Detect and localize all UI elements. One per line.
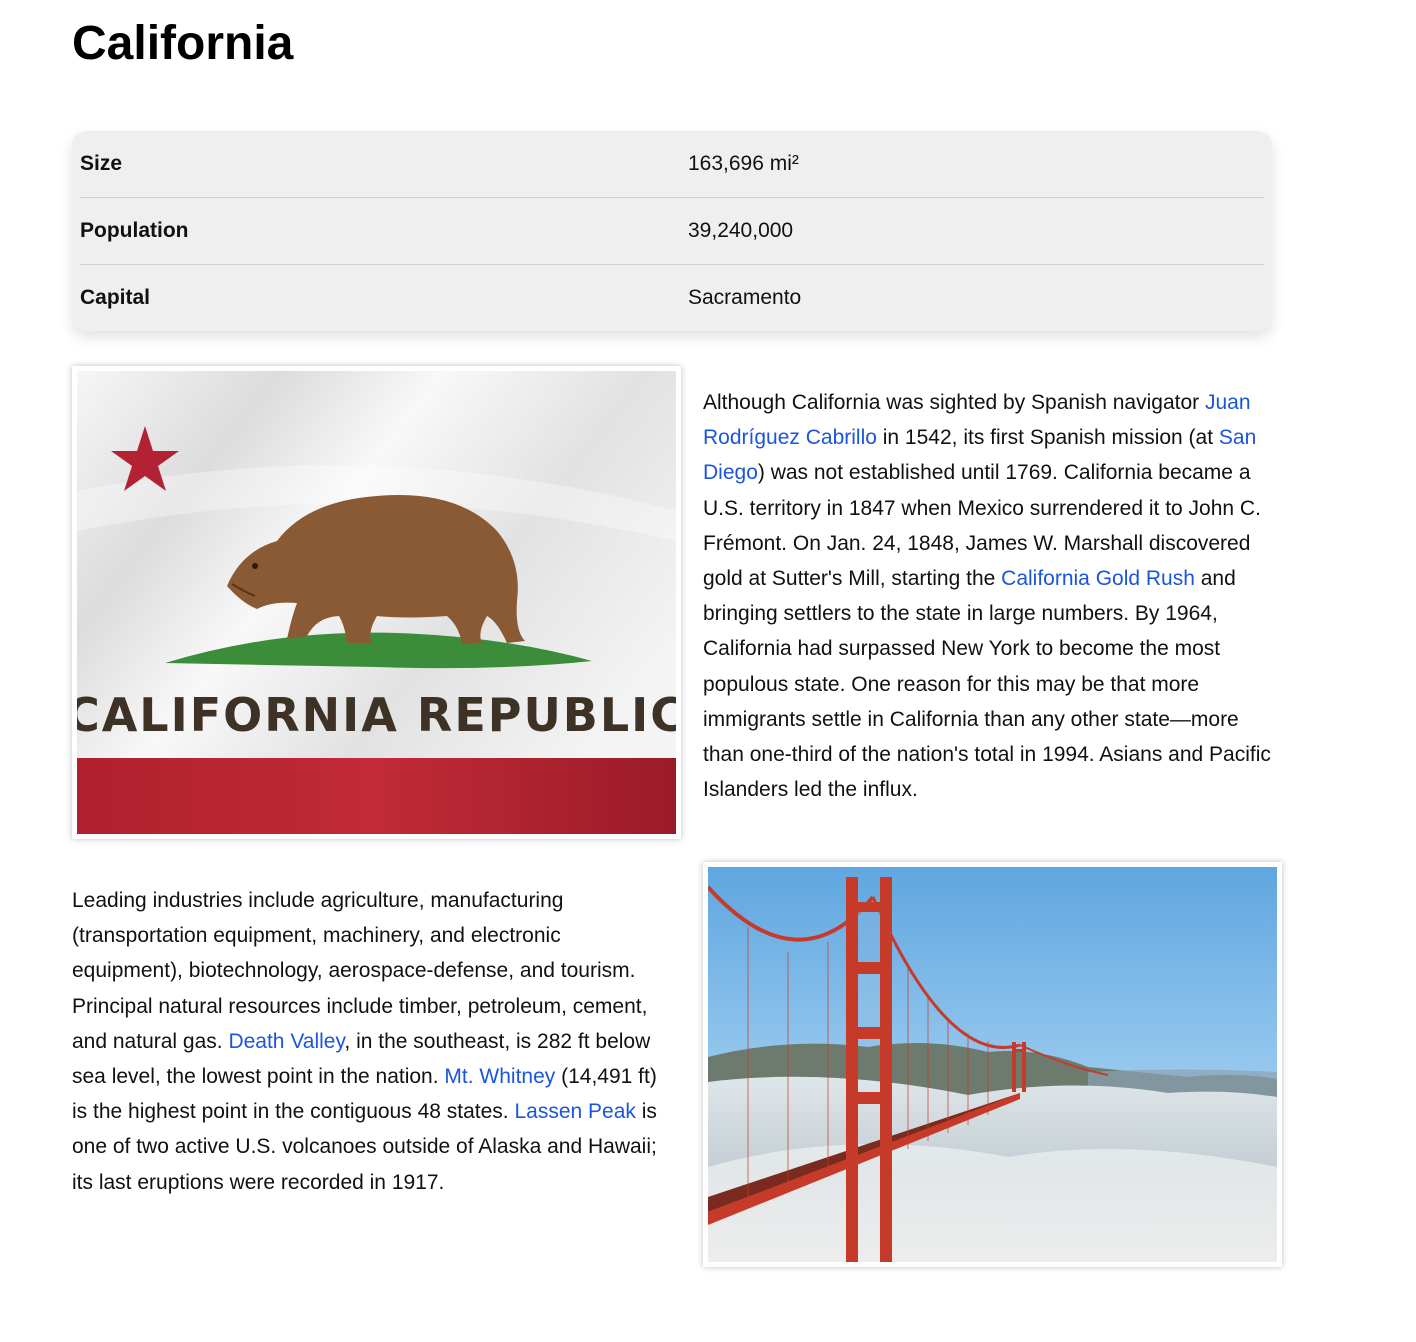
flag-text: CALIFORNIA REPUBLIC — [77, 688, 676, 742]
link-lassen-peak[interactable]: Lassen Peak — [514, 1100, 635, 1123]
fact-label: Size — [80, 152, 123, 175]
industry-paragraph: Leading industries include agriculture, … — [72, 883, 672, 1200]
text-segment: and bringing settlers to the state in la… — [703, 567, 1271, 802]
text-segment: Leading industries include agriculture, … — [72, 889, 648, 1053]
link-death-valley[interactable]: Death Valley — [228, 1030, 344, 1053]
california-flag-icon: CALIFORNIA REPUBLIC — [77, 371, 676, 834]
link-california-gold-rush[interactable]: California Gold Rush — [1001, 567, 1195, 590]
text-segment: in 1542, its first Spanish mission (at — [876, 426, 1219, 450]
golden-gate-bridge-image — [703, 862, 1282, 1267]
history-paragraph: Although California was sighted by Spani… — [703, 385, 1278, 807]
link-mt-whitney[interactable]: Mt. Whitney — [444, 1065, 555, 1088]
fact-label: Capital — [80, 286, 151, 309]
fact-row-capital: Capital Sacramento — [80, 265, 1264, 331]
fact-value: 163,696 mi² — [688, 152, 799, 175]
fact-label: Population — [80, 219, 189, 242]
facts-table: Size 163,696 mi² Population 39,240,000 C… — [72, 131, 1272, 331]
fact-row-population: Population 39,240,000 — [80, 198, 1264, 264]
page-title: California — [72, 17, 294, 70]
golden-gate-bridge-icon — [708, 867, 1277, 1262]
fact-value: Sacramento — [688, 286, 802, 309]
text-segment: Although California was sighted by Spani… — [703, 391, 1205, 414]
california-flag-image: CALIFORNIA REPUBLIC — [72, 366, 681, 839]
fact-row-size: Size 163,696 mi² — [80, 131, 1264, 197]
fact-value: 39,240,000 — [688, 219, 794, 242]
